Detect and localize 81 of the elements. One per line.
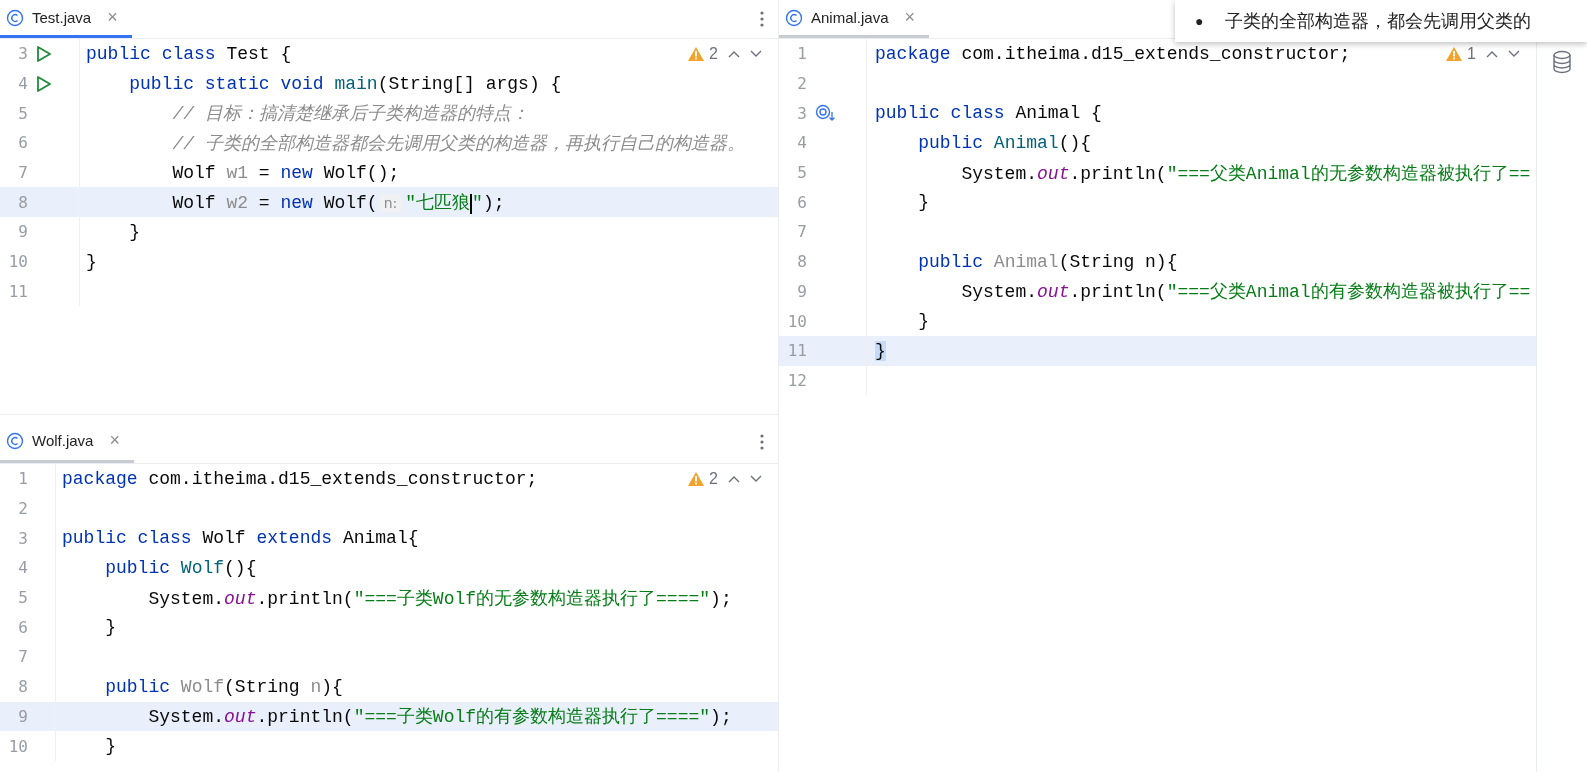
line-number: 5: [796, 163, 807, 183]
line-number: 7: [17, 163, 28, 183]
line-number: 10: [7, 736, 28, 756]
line-number: 11: [7, 281, 28, 301]
line-number: 4: [17, 74, 28, 94]
editor-tab[interactable]: Test.java ×: [0, 0, 132, 38]
line-number: 6: [796, 192, 807, 212]
chevron-down-icon[interactable]: [750, 475, 762, 483]
line-number: 3: [17, 44, 28, 64]
code-line: Wolf w1 = new Wolf();: [171, 162, 400, 183]
code-line: System.out.println("===子类Wolf的无参数构造器执行了====");: [147, 587, 732, 610]
line-number: 7: [17, 647, 28, 667]
code-line: Wolf w2 = new Wolf( n: "七匹狼");: [171, 192, 505, 215]
line-number: 8: [17, 677, 28, 697]
line-number: 2: [796, 74, 807, 94]
code-line: }: [104, 736, 116, 757]
code-line: }: [128, 221, 140, 242]
override-icon[interactable]: [815, 104, 837, 123]
line-number: 10: [786, 311, 807, 331]
run-icon[interactable]: [36, 44, 52, 63]
warning-count[interactable]: 2: [709, 45, 718, 63]
line-number: 5: [17, 103, 28, 123]
warning-count[interactable]: 2: [709, 470, 718, 488]
code-line: System.out.println("===子类Wolf的有参数构造器执行了====");: [147, 706, 732, 729]
line-number: 9: [17, 706, 28, 726]
more-icon[interactable]: [760, 11, 764, 27]
line-number: 7: [796, 222, 807, 242]
line-number: 5: [17, 588, 28, 608]
line-number: 3: [17, 528, 28, 548]
tooltip-text: 子类的全部构造器，都会先调用父类的: [1225, 10, 1532, 33]
more-icon[interactable]: [760, 434, 764, 450]
chevron-up-icon[interactable]: [728, 475, 740, 483]
chevron-down-icon[interactable]: [750, 50, 762, 58]
run-icon[interactable]: [36, 74, 52, 93]
code-line: System.out.println("===父类Animal的无参数构造器被执行了==: [960, 162, 1531, 185]
line-number: 10: [7, 252, 28, 272]
line-number: 8: [17, 192, 28, 212]
code-line: public Wolf(String n){: [104, 676, 343, 697]
warning-count[interactable]: 1: [1467, 45, 1476, 63]
code-line: // 子类的全部构造器都会先调用父类的构造器，再执行自己的构造器。: [171, 132, 745, 155]
line-number: 9: [796, 281, 807, 301]
database-icon[interactable]: [1552, 50, 1572, 74]
code-line: public class Test {: [85, 43, 292, 64]
chevron-up-icon[interactable]: [728, 50, 740, 58]
line-number: 1: [796, 44, 807, 64]
close-icon[interactable]: ×: [109, 430, 120, 451]
code-line: public Animal(String n){: [917, 251, 1178, 272]
code-line: // 目标：搞清楚继承后子类构造器的特点：: [171, 103, 529, 126]
line-number: 4: [17, 558, 28, 578]
line-number: 8: [796, 252, 807, 272]
line-number: 1: [17, 469, 28, 489]
line-number: 11: [786, 341, 807, 361]
close-icon[interactable]: ×: [107, 7, 118, 28]
code-line: }: [917, 311, 929, 332]
code-line: public class Animal {: [874, 103, 1102, 124]
code-line: }: [917, 192, 929, 213]
line-number: 9: [17, 222, 28, 242]
code-line: public class Wolf extends Animal{: [61, 528, 419, 549]
line-number: 6: [17, 617, 28, 637]
class-icon: [6, 8, 24, 27]
code-line: public static void main(String[] args) {: [128, 73, 562, 94]
editor-tab[interactable]: Animal.java ×: [779, 0, 930, 38]
code-line: System.out.println("===父类Animal的有参数构造器被执行了==: [960, 281, 1531, 304]
class-icon: [785, 8, 803, 27]
line-number: 6: [17, 133, 28, 153]
chevron-up-icon[interactable]: [1486, 50, 1498, 58]
code-line: }: [104, 617, 116, 638]
editor-tab[interactable]: Wolf.java ×: [0, 421, 134, 463]
code-line: }: [85, 251, 97, 272]
code-line: public Animal(){: [917, 132, 1092, 153]
line-number: 2: [17, 499, 28, 519]
code-line: package com.itheima.d15_extends_constructor;: [874, 43, 1351, 64]
chevron-down-icon[interactable]: [1508, 50, 1520, 58]
class-icon: [6, 431, 24, 450]
code-line: public Wolf(){: [104, 557, 257, 578]
close-icon[interactable]: ×: [904, 7, 916, 28]
bullet-icon: ●: [1195, 13, 1204, 29]
code-line: package com.itheima.d15_extends_constructor;: [61, 468, 538, 489]
line-number: 12: [786, 370, 807, 390]
line-number: 3: [796, 103, 807, 123]
line-number: 4: [796, 133, 807, 153]
